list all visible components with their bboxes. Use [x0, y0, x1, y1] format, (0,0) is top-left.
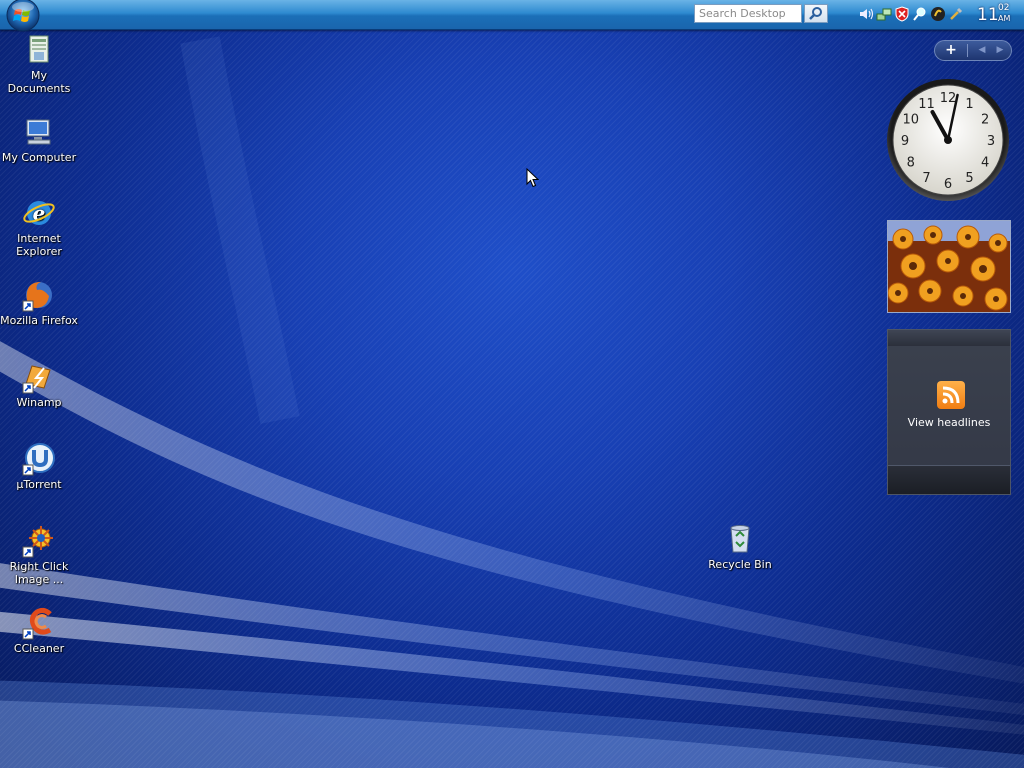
divider [967, 44, 968, 57]
clock-minute: 02 [998, 3, 1010, 13]
slideshow-gadget[interactable] [887, 220, 1011, 313]
add-gadget-button[interactable]: + [939, 41, 963, 60]
desktop-icon-firefox[interactable]: Mozilla Firefox [0, 278, 78, 327]
wallpaper-texture [0, 0, 1024, 768]
desktop-icon-label: My Documents [7, 69, 71, 95]
desktop-icon-utorrent[interactable]: µTorrent [0, 442, 78, 491]
desktop-background [0, 0, 1024, 768]
clock-numeral: 9 [901, 134, 909, 149]
clock-numeral: 10 [903, 113, 920, 128]
clock-gadget[interactable]: 1234567891011 12 [886, 78, 1010, 202]
my-documents-icon [29, 35, 49, 63]
clock-numeral: 12 [940, 91, 957, 106]
security-alert-icon[interactable] [894, 6, 910, 22]
clock-numeral: 8 [907, 156, 915, 171]
tools-icon[interactable] [948, 6, 964, 22]
mouse-cursor-icon [526, 168, 539, 188]
desktop-icon-label: Right Click Image ... [9, 560, 69, 586]
clock-numeral: 5 [965, 171, 973, 186]
system-tray [858, 4, 964, 24]
desktop-icon-label: My Computer [1, 151, 77, 164]
desktop-icon-winamp[interactable]: Winamp [0, 360, 78, 409]
rss-icon[interactable] [937, 381, 965, 409]
clock-numeral: 11 [918, 97, 935, 112]
clock-hour: 11 [977, 5, 999, 25]
desktop-icon-label: CCleaner [13, 642, 65, 655]
clock-numeral: 1 [965, 97, 973, 112]
desktop-icon-label: µTorrent [16, 478, 62, 491]
desktop-icon-recycle-bin[interactable]: Recycle Bin [701, 522, 779, 571]
network-icon[interactable] [876, 6, 892, 22]
desktop-icon-internet-explorer[interactable]: e Internet Explorer [0, 196, 78, 258]
desktop-icon-my-documents[interactable]: My Documents [0, 33, 78, 95]
clock-numeral: 2 [981, 113, 989, 128]
clock-ampm: AM [998, 14, 1011, 23]
taskbar: Search Desktop 11 02 AM [0, 0, 1024, 32]
internet-explorer-icon: e [23, 201, 55, 225]
gadget-footer [888, 465, 1010, 494]
my-computer-icon [26, 119, 51, 145]
search-icon [809, 7, 822, 20]
volume-icon[interactable] [858, 6, 874, 22]
start-button[interactable] [2, 0, 44, 32]
previous-page-button[interactable]: ◀ [973, 41, 991, 60]
ccleaner-icon [22, 607, 52, 640]
clock-numeral: 4 [981, 156, 989, 171]
gadget-header [888, 330, 1010, 346]
desktop-icon-label: Mozilla Firefox [0, 314, 78, 327]
desktop-icon-right-click-image[interactable]: Right Click Image ... [0, 524, 78, 586]
desktop-icon-label: Winamp [16, 396, 62, 409]
desktop-icon-label: Recycle Bin [708, 558, 772, 571]
recycle-bin-icon [730, 525, 750, 553]
right-click-image-icon [22, 526, 53, 558]
clock-numeral: 7 [922, 171, 930, 186]
desktop-icon-ccleaner[interactable]: CCleaner [0, 606, 78, 655]
utorrent-icon [22, 443, 55, 476]
firefox-icon [22, 282, 52, 312]
app-tray-icon[interactable] [930, 6, 946, 22]
desktop-icon-my-computer[interactable]: My Computer [0, 115, 78, 164]
clock-numeral: 3 [987, 134, 995, 149]
sidebar-controls: + ◀ ▶ [934, 40, 1012, 61]
next-page-button[interactable]: ▶ [991, 41, 1009, 60]
view-headlines-link[interactable]: View headlines [888, 416, 1010, 429]
search-button[interactable] [804, 4, 828, 23]
winamp-icon [22, 365, 51, 394]
search-input[interactable]: Search Desktop [694, 4, 802, 23]
clock-numeral: 6 [944, 177, 952, 192]
search-tray-icon[interactable] [912, 6, 928, 22]
flower-photo [888, 221, 1010, 312]
desktop-icon-label: Internet Explorer [16, 232, 62, 258]
feed-headlines-gadget[interactable]: View headlines [887, 329, 1011, 495]
